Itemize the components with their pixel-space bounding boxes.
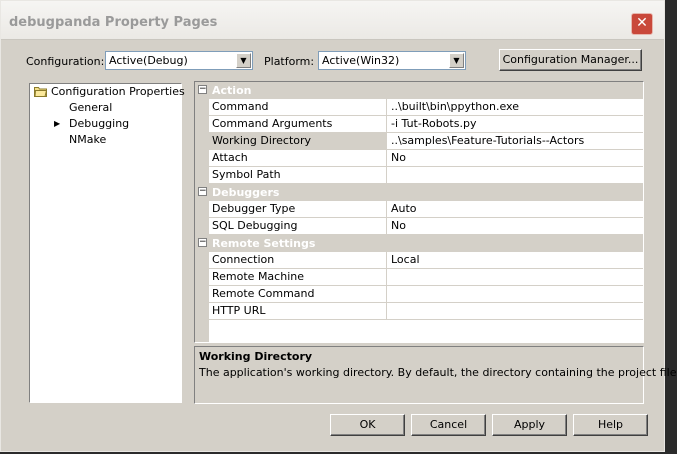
property-value[interactable]: No — [388, 150, 643, 166]
property-row-symbol-path[interactable]: Symbol Path — [209, 167, 643, 184]
property-row-working-directory[interactable]: Working Directory ..\samples\Feature-Tut… — [209, 133, 643, 150]
property-value[interactable] — [388, 286, 643, 302]
description-pane: Working Directory The application's work… — [194, 346, 677, 404]
grid-gutter — [195, 82, 209, 342]
property-row-sql-debugging[interactable]: SQL Debugging No — [209, 218, 643, 235]
property-row-remote-command[interactable]: Remote Command — [209, 286, 643, 303]
selected-arrow-icon: ▶ — [54, 119, 61, 128]
configuration-value: Active(Debug) — [109, 54, 188, 67]
property-row-connection[interactable]: Connection Local — [209, 252, 643, 269]
configuration-label: Configuration: — [26, 55, 105, 68]
property-pages-dialog: debugpanda Property Pages ✕ Configuratio… — [0, 0, 677, 452]
property-value[interactable]: Auto — [388, 201, 643, 217]
property-row-command-arguments[interactable]: Command Arguments -i Tut-Robots.py — [209, 116, 643, 133]
category-label: Debuggers — [212, 186, 280, 199]
collapse-icon[interactable]: − — [198, 85, 207, 94]
property-name: Command Arguments — [209, 116, 387, 132]
platform-label: Platform: — [264, 55, 315, 68]
tree-item-label: Configuration Properties — [51, 85, 185, 98]
description-text: The application's working directory. By … — [199, 366, 677, 379]
property-name: Debugger Type — [209, 201, 387, 217]
tree-item-general[interactable]: General — [69, 100, 112, 115]
property-name: Connection — [209, 252, 387, 268]
property-tree[interactable]: Configuration Properties General ▶ Debug… — [29, 83, 185, 403]
property-value[interactable] — [388, 167, 643, 183]
window-title: debugpanda Property Pages — [9, 15, 218, 30]
property-row-http-url[interactable]: HTTP URL — [209, 303, 643, 320]
category-remote-settings[interactable]: − Remote Settings — [195, 235, 643, 252]
property-row-remote-machine[interactable]: Remote Machine — [209, 269, 643, 286]
collapse-icon[interactable]: − — [198, 238, 207, 247]
property-row-attach[interactable]: Attach No — [209, 150, 643, 167]
property-value[interactable]: -i Tut-Robots.py — [388, 116, 643, 132]
cancel-button[interactable]: Cancel — [411, 414, 486, 436]
property-name: Attach — [209, 150, 387, 166]
help-button[interactable]: Help — [573, 414, 648, 436]
close-icon: ✕ — [636, 15, 648, 31]
property-name: Working Directory — [209, 133, 387, 149]
ok-button[interactable]: OK — [330, 414, 405, 436]
category-debuggers[interactable]: − Debuggers — [195, 184, 643, 201]
folder-open-icon — [34, 87, 47, 97]
category-action[interactable]: − Action — [195, 82, 643, 99]
chevron-down-icon[interactable]: ▼ — [236, 53, 251, 68]
property-value[interactable]: ..\samples\Feature-Tutorials--Actors — [388, 133, 643, 149]
property-row-command[interactable]: Command ..\built\bin\ppython.exe — [209, 99, 643, 116]
property-name: HTTP URL — [209, 303, 387, 319]
property-grid[interactable]: − Action Command ..\built\bin\ppython.ex… — [194, 81, 644, 343]
property-name: SQL Debugging — [209, 218, 387, 234]
platform-value: Active(Win32) — [322, 54, 400, 67]
collapse-icon[interactable]: − — [198, 187, 207, 196]
property-value[interactable] — [388, 303, 643, 319]
property-name: Remote Machine — [209, 269, 387, 285]
property-name: Symbol Path — [209, 167, 387, 183]
property-value[interactable]: No — [388, 218, 643, 234]
property-value[interactable] — [388, 269, 643, 285]
tree-item-nmake[interactable]: NMake — [69, 132, 106, 147]
title-bar[interactable]: debugpanda Property Pages ✕ — [1, 1, 664, 40]
category-label: Remote Settings — [212, 237, 316, 250]
configuration-dropdown[interactable]: Active(Debug) ▼ — [105, 51, 253, 70]
chevron-down-icon[interactable]: ▼ — [449, 53, 464, 68]
property-value[interactable]: ..\built\bin\ppython.exe — [388, 99, 643, 115]
property-value[interactable]: Local — [388, 252, 643, 268]
tree-item-debugging[interactable]: Debugging — [69, 116, 129, 131]
description-title: Working Directory — [199, 350, 313, 363]
property-row-debugger-type[interactable]: Debugger Type Auto — [209, 201, 643, 218]
property-name: Remote Command — [209, 286, 387, 302]
category-label: Action — [212, 84, 252, 97]
property-name: Command — [209, 99, 387, 115]
platform-dropdown[interactable]: Active(Win32) ▼ — [318, 51, 466, 70]
configuration-manager-button[interactable]: Configuration Manager... — [499, 49, 642, 71]
apply-button[interactable]: Apply — [492, 414, 567, 436]
close-button[interactable]: ✕ — [631, 13, 653, 35]
